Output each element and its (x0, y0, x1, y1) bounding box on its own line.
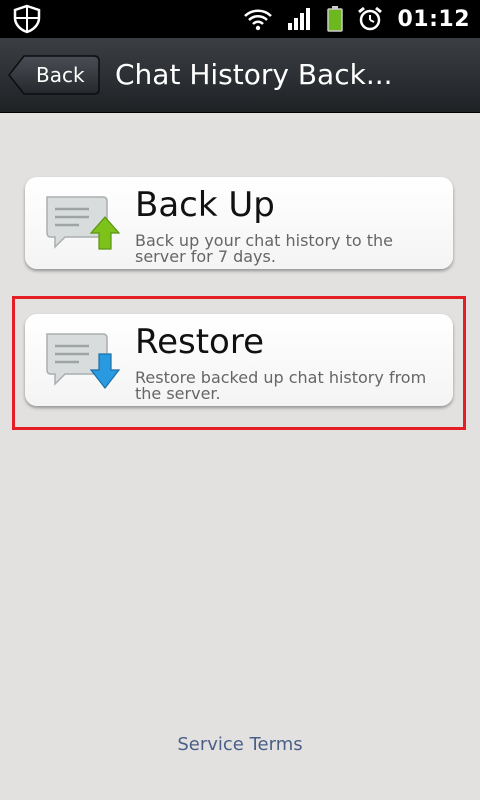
title-bar: Back Chat History Back... (0, 38, 480, 113)
battery-icon (327, 6, 344, 32)
page-title: Chat History Back... (115, 58, 393, 91)
status-icons: 01:12 (243, 0, 470, 38)
back-label: Back (36, 63, 85, 87)
restore-title: Restore (135, 322, 265, 362)
chat-download-icon (46, 333, 121, 389)
wifi-icon (244, 9, 273, 31)
status-time: 01:12 (397, 6, 470, 32)
shield-icon (13, 4, 41, 34)
backup-option[interactable]: Back Up Back up your chat history to the… (25, 177, 453, 269)
backup-description: Back up your chat history to the server … (135, 231, 393, 266)
status-bar: 01:12 (0, 0, 480, 38)
restore-option[interactable]: Restore Restore backed up chat history f… (25, 314, 453, 406)
chat-upload-icon (46, 196, 121, 250)
backup-title: Back Up (135, 185, 275, 225)
alarm-icon (358, 6, 383, 31)
service-terms-link[interactable]: Service Terms (0, 734, 480, 755)
back-button[interactable]: Back (8, 55, 100, 95)
signal-icon (288, 8, 311, 30)
restore-description: Restore backed up chat history from the … (135, 368, 427, 403)
